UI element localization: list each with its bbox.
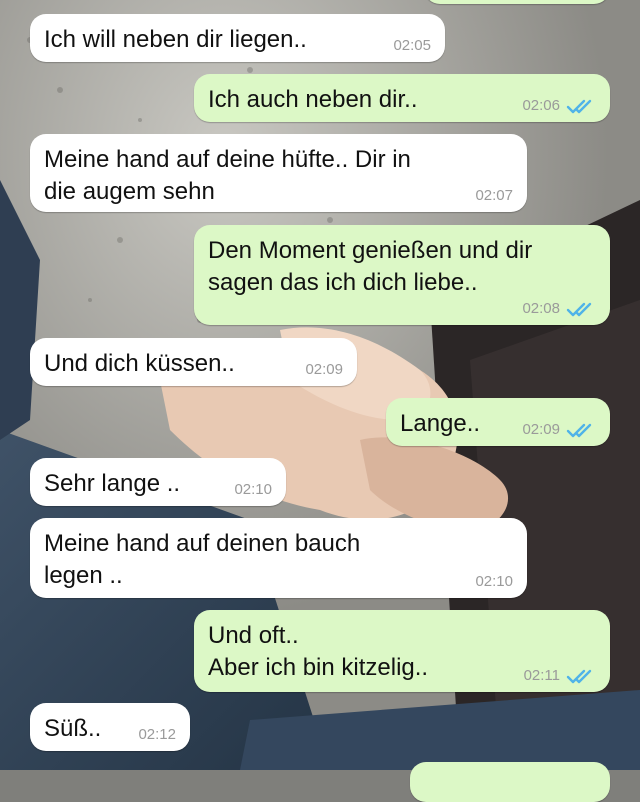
message-time: 02:12 bbox=[138, 726, 176, 743]
double-check-icon bbox=[566, 423, 592, 438]
message-time: 02:10 bbox=[475, 573, 513, 590]
message-text: Meine hand auf deine hüfte.. Dir in die … bbox=[44, 146, 411, 205]
message-text: Den Moment genießen und dir sagen das ic… bbox=[208, 237, 533, 296]
message-time: 02:08 bbox=[522, 300, 560, 317]
message-bubble-incoming[interactable]: Und dich küssen.. 02:09 bbox=[30, 338, 357, 386]
message-time: 02:11 bbox=[523, 667, 560, 684]
message-text: Und dich küssen.. bbox=[44, 350, 235, 377]
message-bubble-outgoing-partial bbox=[424, 0, 610, 4]
message-time: 02:09 bbox=[305, 361, 343, 378]
message-bubble-outgoing[interactable]: Ich auch neben dir.. 02:06 bbox=[194, 74, 610, 122]
message-time: 02:09 bbox=[522, 421, 560, 438]
message-bubble-incoming[interactable]: Sehr lange .. 02:10 bbox=[30, 458, 286, 506]
message-bubble-incoming[interactable]: Süß.. 02:12 bbox=[30, 703, 190, 751]
message-bubble-outgoing[interactable]: Den Moment genießen und dir sagen das ic… bbox=[194, 225, 610, 325]
message-bubble-incoming[interactable]: Meine hand auf deine hüfte.. Dir in die … bbox=[30, 134, 527, 212]
message-bubble-outgoing-partial bbox=[410, 762, 610, 802]
message-bubble-incoming[interactable]: Ich will neben dir liegen.. 02:05 bbox=[30, 14, 445, 62]
double-check-icon bbox=[566, 669, 592, 684]
message-time: 02:10 bbox=[234, 481, 272, 498]
message-text: Meine hand auf deinen bauch legen .. bbox=[44, 530, 361, 589]
message-text: Ich will neben dir liegen.. bbox=[44, 26, 307, 53]
message-bubble-outgoing[interactable]: Und oft.. Aber ich bin kitzelig.. 02:11 bbox=[194, 610, 610, 692]
message-bubble-incoming[interactable]: Meine hand auf deinen bauch legen .. 02:… bbox=[30, 518, 527, 598]
message-bubble-outgoing[interactable]: Lange.. 02:09 bbox=[386, 398, 610, 446]
message-time: 02:07 bbox=[475, 187, 513, 204]
double-check-icon bbox=[566, 302, 592, 317]
message-time: 02:05 bbox=[393, 37, 431, 54]
message-time: 02:06 bbox=[522, 97, 560, 114]
double-check-icon bbox=[566, 99, 592, 114]
